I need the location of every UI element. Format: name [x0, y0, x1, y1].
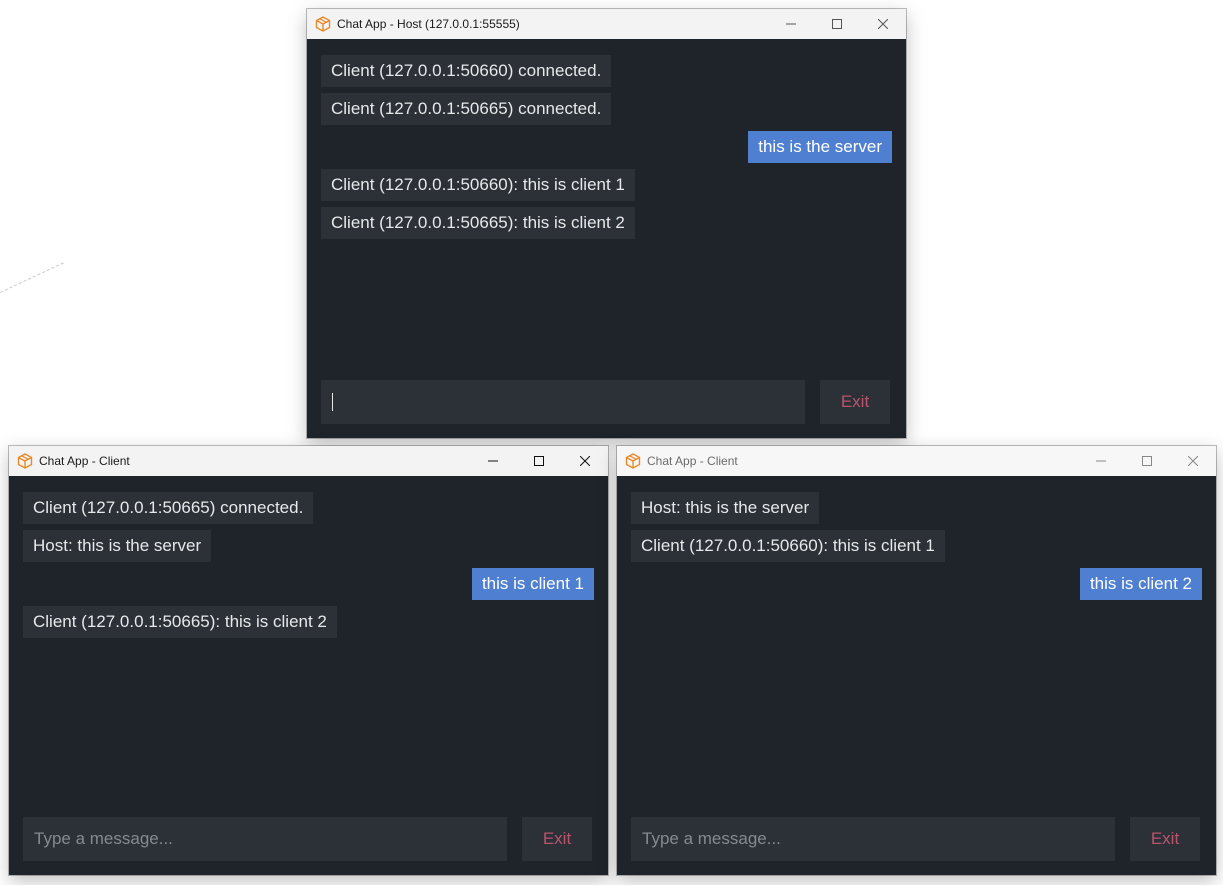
maximize-button[interactable]	[814, 9, 860, 39]
chat-log: Client (127.0.0.1:50665) connected. Host…	[23, 492, 594, 644]
message-row: Host: this is the server	[23, 530, 594, 562]
close-button[interactable]	[562, 446, 608, 476]
message-bubble: Client (127.0.0.1:50665): this is client…	[321, 207, 635, 239]
message-row: Client (127.0.0.1:50660) connected.	[321, 55, 892, 87]
chat-log: Host: this is the server Client (127.0.0…	[631, 492, 1202, 606]
message-row: this is client 2	[631, 568, 1202, 600]
message-row: this is client 1	[23, 568, 594, 600]
window-title: Chat App - Client	[647, 454, 738, 468]
compose-bar: Exit	[631, 817, 1200, 861]
maximize-icon	[534, 456, 544, 466]
message-row: Client (127.0.0.1:50660): this is client…	[321, 169, 892, 201]
minimize-icon	[488, 460, 498, 462]
package-box-icon	[625, 453, 641, 469]
close-icon	[1188, 456, 1198, 466]
minimize-icon	[1096, 460, 1106, 462]
client-titlebar[interactable]: Chat App - Client	[9, 446, 608, 476]
exit-button[interactable]: Exit	[522, 817, 592, 861]
text-caret	[332, 393, 333, 411]
window-title: Chat App - Host (127.0.0.1:55555)	[337, 17, 520, 31]
own-message-bubble: this is the server	[748, 131, 892, 163]
message-input[interactable]	[321, 380, 805, 424]
message-bubble: Host: this is the server	[631, 492, 820, 524]
minimize-button[interactable]	[768, 9, 814, 39]
minimize-button[interactable]	[470, 446, 516, 476]
message-row: Host: this is the server	[631, 492, 1202, 524]
message-input-wrapper	[321, 380, 805, 424]
client-window-2: Chat App - Client Host: this is the serv…	[617, 446, 1216, 875]
client-titlebar[interactable]: Chat App - Client	[617, 446, 1216, 476]
close-icon	[580, 456, 590, 466]
message-bubble: Host: this is the server	[23, 530, 212, 562]
window-controls	[768, 9, 906, 39]
compose-bar: Exit	[23, 817, 592, 861]
message-bubble: Client (127.0.0.1:50660): this is client…	[321, 169, 635, 201]
chat-log: Client (127.0.0.1:50660) connected. Clie…	[321, 55, 892, 245]
minimize-icon	[786, 23, 796, 25]
message-row: Client (127.0.0.1:50665) connected.	[23, 492, 594, 524]
message-row: Client (127.0.0.1:50665): this is client…	[23, 606, 594, 638]
exit-button[interactable]: Exit	[820, 380, 890, 424]
maximize-button[interactable]	[516, 446, 562, 476]
desktop-decoration	[0, 262, 64, 293]
compose-bar: Exit	[321, 380, 890, 424]
message-row: this is the server	[321, 131, 892, 163]
exit-button[interactable]: Exit	[1130, 817, 1200, 861]
message-bubble: Client (127.0.0.1:50665) connected.	[23, 492, 314, 524]
host-titlebar[interactable]: Chat App - Host (127.0.0.1:55555)	[307, 9, 906, 39]
close-button[interactable]	[1170, 446, 1216, 476]
window-title: Chat App - Client	[39, 454, 130, 468]
message-bubble: Client (127.0.0.1:50660): this is client…	[631, 530, 945, 562]
message-bubble: Client (127.0.0.1:50665): this is client…	[23, 606, 337, 638]
message-bubble: Client (127.0.0.1:50660) connected.	[321, 55, 612, 87]
message-row: Client (127.0.0.1:50665) connected.	[321, 93, 892, 125]
close-icon	[878, 19, 888, 29]
minimize-button[interactable]	[1078, 446, 1124, 476]
client-window-1: Chat App - Client Client (127.0.0.1:5066…	[9, 446, 608, 875]
own-message-bubble: this is client 2	[1079, 568, 1202, 600]
maximize-button[interactable]	[1124, 446, 1170, 476]
message-input[interactable]	[23, 817, 507, 861]
own-message-bubble: this is client 1	[471, 568, 594, 600]
package-box-icon	[315, 16, 331, 32]
message-input[interactable]	[631, 817, 1115, 861]
window-controls	[1078, 446, 1216, 476]
window-controls	[470, 446, 608, 476]
package-box-icon	[17, 453, 33, 469]
close-button[interactable]	[860, 9, 906, 39]
maximize-icon	[832, 19, 842, 29]
message-row: Client (127.0.0.1:50660): this is client…	[631, 530, 1202, 562]
host-window: Chat App - Host (127.0.0.1:55555) Client…	[307, 9, 906, 438]
maximize-icon	[1142, 456, 1152, 466]
message-bubble: Client (127.0.0.1:50665) connected.	[321, 93, 612, 125]
message-row: Client (127.0.0.1:50665): this is client…	[321, 207, 892, 239]
